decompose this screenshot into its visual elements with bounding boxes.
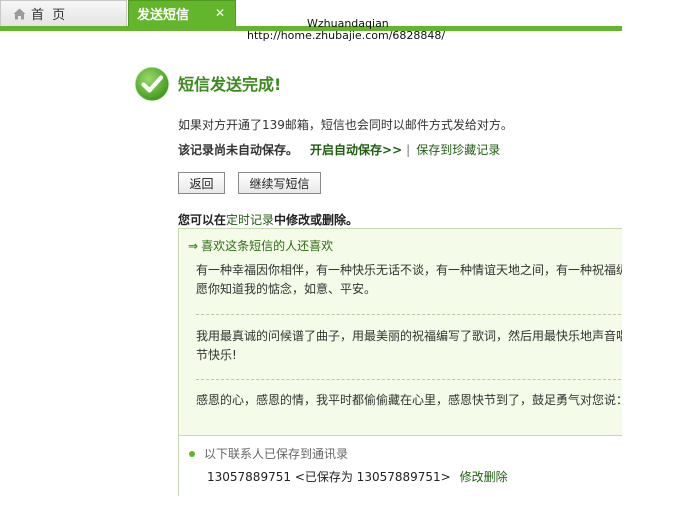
saved-contacts-heading-text: 以下联系人已保存到通讯录 — [204, 447, 349, 461]
wish-line: 我用最真诚的问候谱了曲子，用最美丽的祝福编写了歌词，然后用最快乐地声音唱出 — [196, 329, 622, 343]
wish-line: 感恩的心，感恩的情，我平时都偷偷藏在心里，感恩快节到了，鼓足勇气对您说：谢 — [196, 393, 622, 407]
check-circle-icon — [134, 66, 170, 102]
divider — [196, 314, 622, 315]
enable-autosave-link[interactable]: 开启自动保存>> — [310, 141, 402, 158]
saved-contacts-heading: 以下联系人已保存到通讯录 — [189, 445, 348, 462]
watermark-url: http://home.zhubajie.com/6828848/ — [247, 29, 446, 42]
recommend-heading-text: 喜欢这条短信的人还喜欢 — [201, 239, 334, 253]
contact-number: 13057889751 — [207, 470, 291, 484]
edit-note-prefix: 您可以在 — [178, 213, 227, 227]
wish-line: 有一种幸福因你相伴，有一种快乐无话不谈，有一种情谊天地之间，有一种祝福纵有 — [196, 263, 622, 277]
divider: | — [406, 142, 411, 157]
page-title: 短信发送完成! — [178, 75, 282, 94]
tab-send-sms[interactable]: 发送短信 ✕ — [128, 0, 236, 26]
bullet-icon — [189, 450, 195, 457]
autosave-note: 该记录尚未自动保存。 — [178, 143, 299, 157]
list-item[interactable]: 我用最真诚的问候谱了曲子，用最美丽的祝福编写了歌词，然后用最快乐地声音唱出 节快… — [196, 327, 622, 365]
close-icon[interactable]: ✕ — [213, 6, 227, 20]
list-item[interactable]: 有一种幸福因你相伴，有一种快乐无话不谈，有一种情谊天地之间，有一种祝福纵有 愿你… — [196, 261, 622, 299]
tab-home-label: 首 页 — [31, 8, 68, 23]
list-item[interactable]: 感恩的心，感恩的情，我平时都偷偷藏在心里，感恩快节到了，鼓足勇气对您说：谢 — [196, 391, 622, 410]
save-to-favorites-link[interactable]: 保存到珍藏记录 — [416, 141, 500, 158]
edit-delete-link[interactable]: 修改删除 — [460, 470, 508, 484]
scheduled-records-link[interactable]: 定时记录 — [226, 213, 274, 227]
scheduled-records-note: 您可以在定时记录中修改或删除。 — [178, 211, 358, 228]
tab-send-sms-label: 发送短信 — [137, 8, 190, 23]
contact-saved-as: <已保存为 13057889751> — [294, 470, 451, 484]
recommend-heading: ⇒ 喜欢这条短信的人还喜欢 — [188, 237, 333, 254]
edit-note-suffix: 中修改或删除。 — [274, 213, 359, 227]
divider — [196, 379, 622, 380]
back-button[interactable]: 返回 — [178, 172, 225, 194]
home-icon — [13, 8, 26, 20]
recommend-panel: ⇒ 喜欢这条短信的人还喜欢 有一种幸福因你相伴，有一种快乐无话不谈，有一种情谊天地… — [178, 228, 622, 436]
wish-line: 愿你知道我的惦念，如意、平安。 — [196, 282, 377, 296]
arrow-right-icon: ⇒ — [188, 239, 199, 253]
continue-writing-button[interactable]: 继续写短信 — [238, 172, 321, 194]
tab-home[interactable]: 首 页 — [0, 0, 127, 26]
wish-line: 节快乐! — [196, 348, 237, 362]
autosave-row: 该记录尚未自动保存。 开启自动保存>> | 保存到珍藏记录 — [178, 141, 500, 158]
list-item: 13057889751 <已保存为 13057889751> 修改删除 — [207, 468, 508, 485]
saved-contacts: 以下联系人已保存到通讯录 13057889751 <已保存为 130578897… — [178, 436, 622, 496]
mailbox-info: 如果对方开通了139邮箱，短信也会同时以邮件方式发给对方。 — [178, 118, 513, 132]
